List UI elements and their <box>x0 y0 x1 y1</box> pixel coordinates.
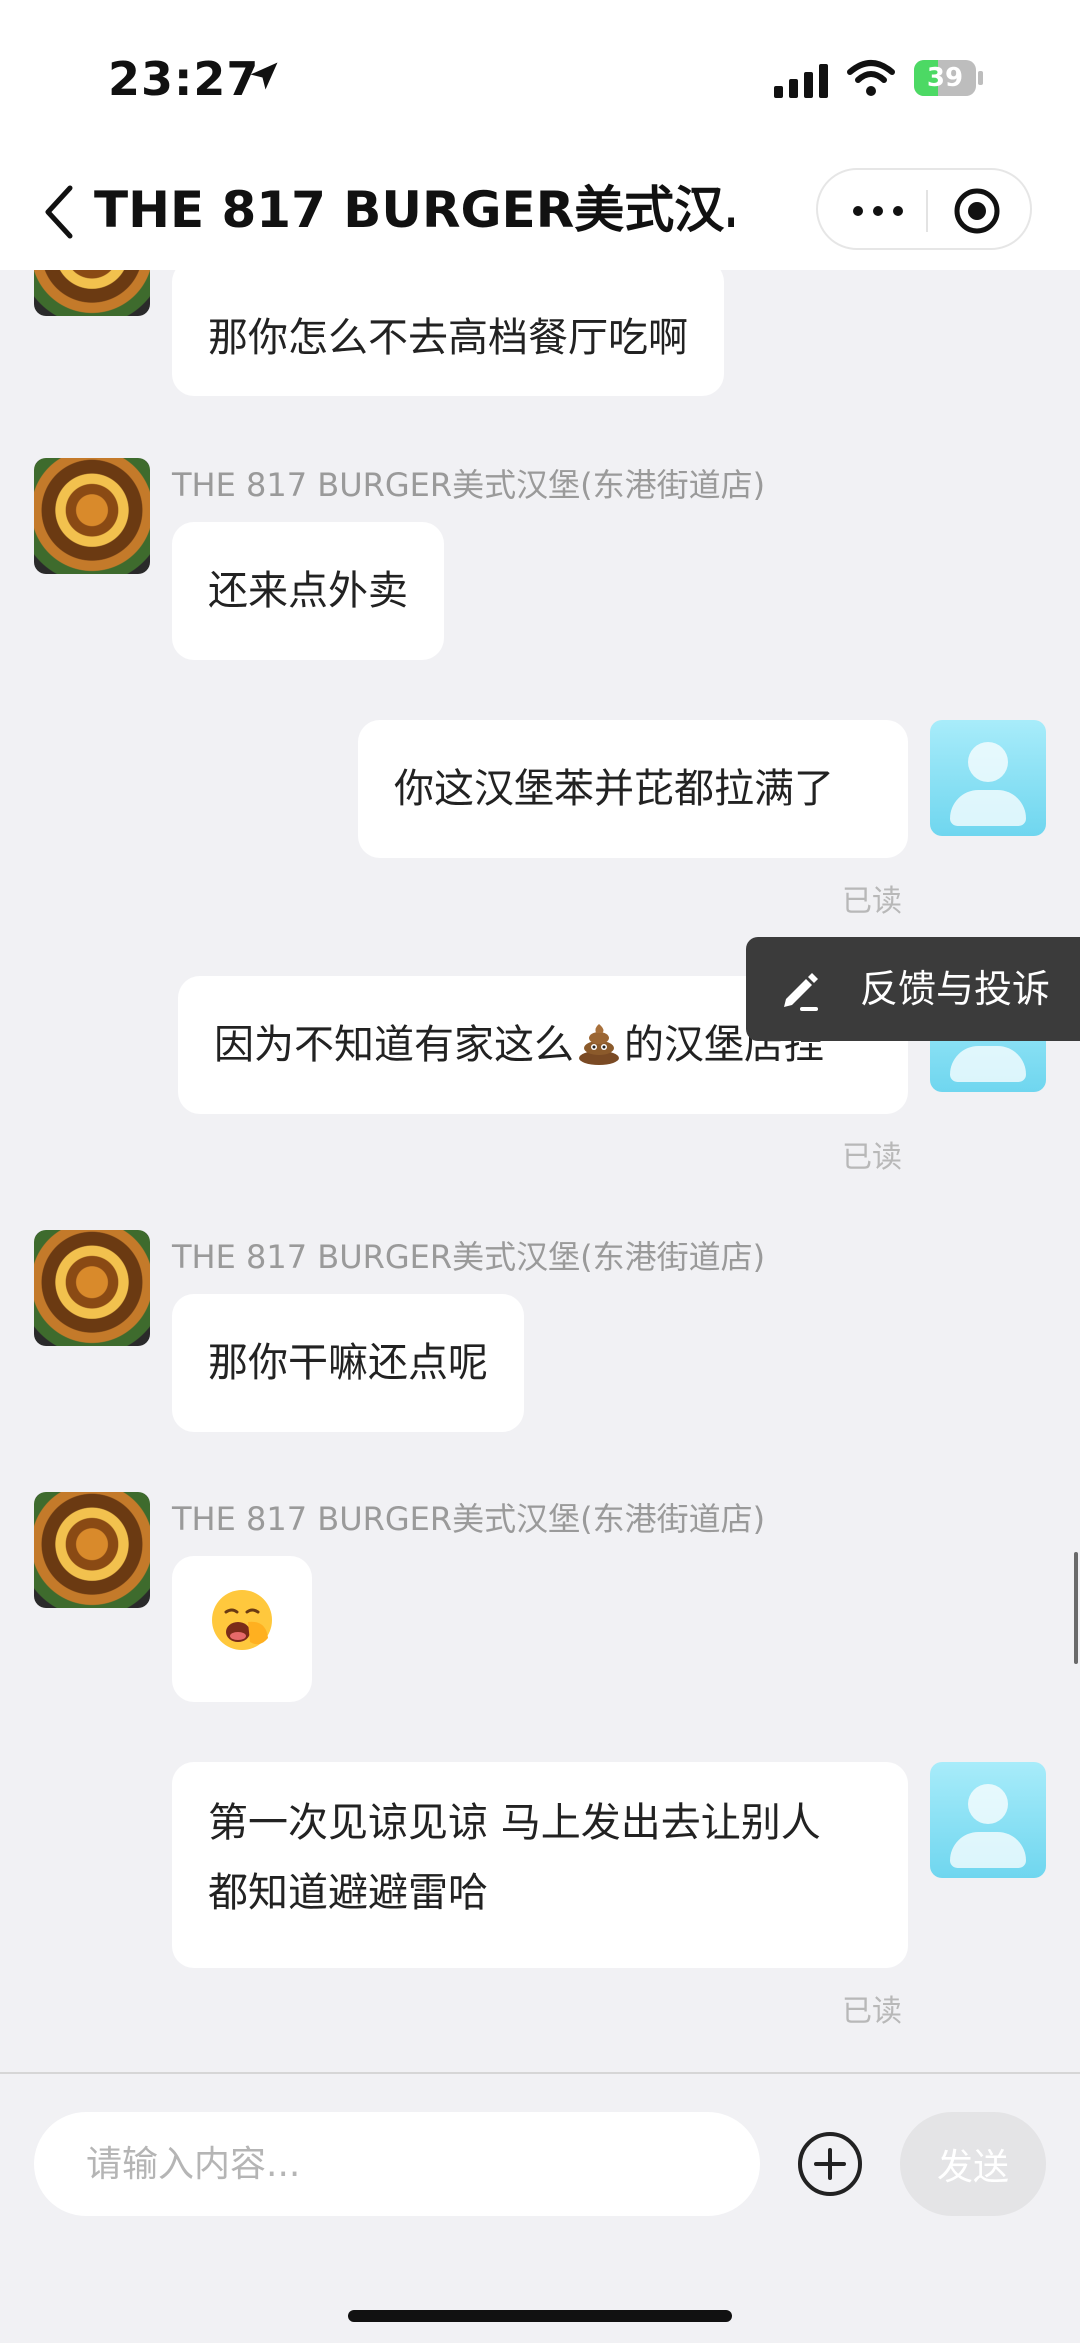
shop-avatar[interactable] <box>34 270 150 316</box>
signal-icon <box>774 64 828 98</box>
pencil-icon <box>784 973 818 1011</box>
user-avatar[interactable] <box>930 720 1046 836</box>
chat-area[interactable]: 那你怎么不去高档餐厅吃啊 THE 817 BURGER美式汉堡(东港街道店) 还… <box>0 270 1080 2070</box>
page-title: THE 817 BURGER美式汉… <box>94 181 734 239</box>
message-bubble[interactable] <box>172 1556 312 1702</box>
yawning-face-icon <box>212 1590 272 1650</box>
message-bubble[interactable]: 你这汉堡苯并芘都拉满了 <box>358 720 908 858</box>
read-status: 已读 <box>842 884 902 919</box>
message-text: 因为不知道有家这么 <box>214 1022 574 1068</box>
shop-avatar[interactable] <box>34 1230 150 1346</box>
add-icon[interactable] <box>796 2130 864 2198</box>
send-button[interactable]: 发送 <box>900 2112 1046 2216</box>
read-status: 已读 <box>842 1140 902 1175</box>
message-bubble[interactable]: 第一次见谅见谅 马上发出去让别人 都知道避避雷哈 <box>172 1762 908 1968</box>
shop-avatar[interactable] <box>34 458 150 574</box>
sender-name: THE 817 BURGER美式汉堡(东港街道店) <box>172 466 766 504</box>
wifi-icon <box>847 60 895 96</box>
record-icon[interactable] <box>952 186 1002 236</box>
feedback-label: 反馈与投诉 <box>860 967 1051 1011</box>
status-bar: 23:27 39 <box>0 0 1080 150</box>
back-icon[interactable] <box>40 182 80 242</box>
nav-bar: THE 817 BURGER美式汉… <box>0 150 1080 270</box>
shop-avatar[interactable] <box>34 1492 150 1608</box>
message-input[interactable] <box>34 2112 760 2216</box>
home-indicator <box>348 2310 732 2322</box>
message-bubble[interactable]: 还来点外卖 <box>172 522 444 660</box>
more-icon[interactable] <box>848 196 908 226</box>
scrollbar[interactable] <box>1074 1552 1078 1664</box>
sender-name: THE 817 BURGER美式汉堡(东港街道店) <box>172 1500 766 1538</box>
message-line: 都知道避避雷哈 <box>208 1870 488 1916</box>
sender-name: THE 817 BURGER美式汉堡(东港街道店) <box>172 1238 766 1276</box>
message-bubble[interactable]: 那你干嘛还点呢 <box>172 1294 524 1432</box>
input-bar: 发送 <box>0 2072 1080 2343</box>
status-time: 23:27 <box>108 52 260 106</box>
message-bubble[interactable]: 那你怎么不去高档餐厅吃啊 <box>172 270 724 396</box>
capsule-divider <box>926 190 928 232</box>
battery-icon: 39 <box>914 60 984 96</box>
user-avatar[interactable] <box>930 1762 1046 1878</box>
mini-program-capsule <box>816 168 1032 250</box>
message-line: 第一次见谅见谅 马上发出去让别人 <box>208 1800 821 1846</box>
feedback-button[interactable]: 反馈与投诉 <box>746 937 1080 1041</box>
location-arrow-icon <box>250 62 278 90</box>
read-status: 已读 <box>842 1994 902 2029</box>
battery-percent: 39 <box>926 63 964 93</box>
pile-of-poo-icon <box>579 1024 619 1065</box>
